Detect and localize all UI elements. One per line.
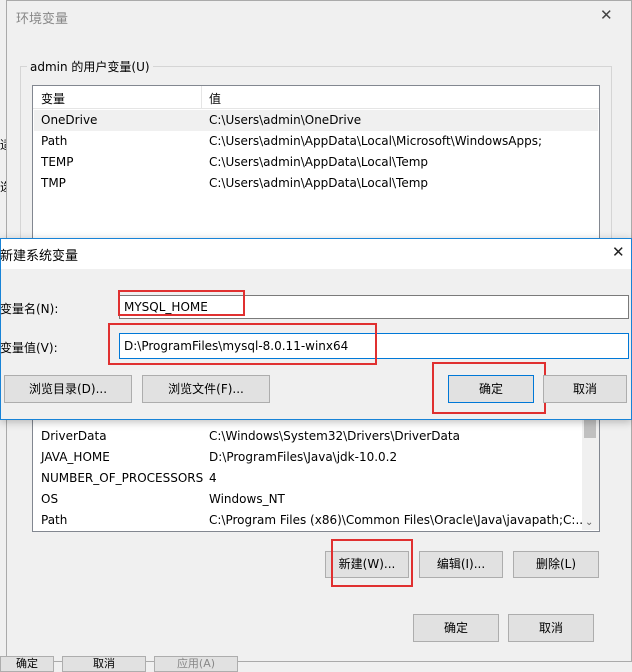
edit-variable-button[interactable]: 编辑(I)...: [419, 551, 503, 578]
browse-file-button[interactable]: 浏览文件(F)...: [142, 375, 270, 403]
var-name: NUMBER_OF_PROCESSORS: [41, 471, 204, 485]
var-name: OS: [41, 492, 59, 506]
dialog-title: 环境变量: [16, 12, 69, 27]
table-row[interactable]: TMP C:\Users\admin\AppData\Local\Temp: [34, 173, 598, 194]
table-row[interactable]: Path C:\Users\admin\AppData\Local\Micros…: [34, 131, 598, 152]
table-row[interactable]: Path C:\Program Files (x86)\Common Files…: [34, 510, 598, 531]
column-header-name[interactable]: 变量: [41, 90, 65, 107]
var-value: C:\Windows\System32\Drivers\DriverData: [209, 429, 460, 443]
chevron-down-icon[interactable]: ⌄: [585, 517, 593, 528]
var-name: OneDrive: [41, 113, 98, 127]
highlight-box: [108, 323, 377, 365]
highlight-box: [118, 290, 245, 316]
vertical-scrollbar[interactable]: ⌄: [582, 404, 599, 530]
var-value: C:\Program Files (x86)\Common Files\Orac…: [209, 513, 587, 527]
bg-apply-button[interactable]: 应用(A): [154, 656, 238, 672]
table-row[interactable]: JAVA_HOME D:\ProgramFiles\Java\jdk-10.0.…: [34, 447, 598, 468]
table-row[interactable]: NUMBER_OF_PROCESSORS 4: [34, 468, 598, 489]
variable-name-label: 变量名(N):: [0, 302, 59, 316]
user-vars-label: admin 的用户变量(U): [27, 58, 153, 75]
var-value: C:\Users\admin\AppData\Local\Microsoft\W…: [209, 134, 542, 148]
var-value: C:\Users\admin\AppData\Local\Temp: [209, 155, 429, 169]
ok-button[interactable]: 确定: [413, 614, 499, 642]
list-header: 变量 值: [33, 86, 599, 109]
var-value: C:\Users\admin\AppData\Local\Temp: [209, 176, 429, 190]
table-row[interactable]: OS Windows_NT: [34, 489, 598, 510]
table-row[interactable]: DriverData C:\Windows\System32\Drivers\D…: [34, 426, 598, 447]
var-name: TMP: [41, 176, 66, 190]
var-name: Path: [41, 513, 68, 527]
browse-directory-button[interactable]: 浏览目录(D)...: [4, 375, 132, 403]
column-header-value[interactable]: 值: [209, 90, 221, 107]
delete-variable-button[interactable]: 删除(L): [513, 551, 599, 578]
highlight-box: [331, 539, 413, 587]
var-value: 4: [209, 471, 217, 485]
table-row[interactable]: OneDrive C:\Users\admin\OneDrive: [34, 110, 598, 131]
var-value: Windows_NT: [209, 492, 285, 506]
var-name: JAVA_HOME: [41, 450, 110, 464]
var-value: C:\Users\admin\OneDrive: [209, 113, 362, 127]
close-icon[interactable]: ✕: [612, 243, 625, 261]
highlight-box: [432, 362, 546, 414]
var-value: D:\ProgramFiles\Java\jdk-10.0.2: [209, 450, 398, 464]
title-bar: [1, 239, 631, 269]
system-vars-list[interactable]: DriverData C:\Windows\System32\Drivers\D…: [32, 404, 600, 532]
close-icon[interactable]: ✕: [600, 6, 613, 24]
var-name: TEMP: [41, 155, 74, 169]
dialog-title: 新建系统变量: [0, 249, 79, 264]
bg-ok-button[interactable]: 确定: [0, 656, 54, 672]
user-vars-list[interactable]: 变量 值 OneDrive C:\Users\admin\OneDrive Pa…: [32, 85, 600, 245]
var-name: Path: [41, 134, 68, 148]
column-divider: [201, 86, 202, 108]
variable-value-label: 变量值(V):: [0, 341, 58, 355]
cancel-button[interactable]: 取消: [508, 614, 594, 642]
cancel-button[interactable]: 取消: [543, 375, 627, 403]
table-row[interactable]: TEMP C:\Users\admin\AppData\Local\Temp: [34, 152, 598, 173]
bg-cancel-button[interactable]: 取消: [62, 656, 146, 672]
var-name: DriverData: [41, 429, 107, 443]
